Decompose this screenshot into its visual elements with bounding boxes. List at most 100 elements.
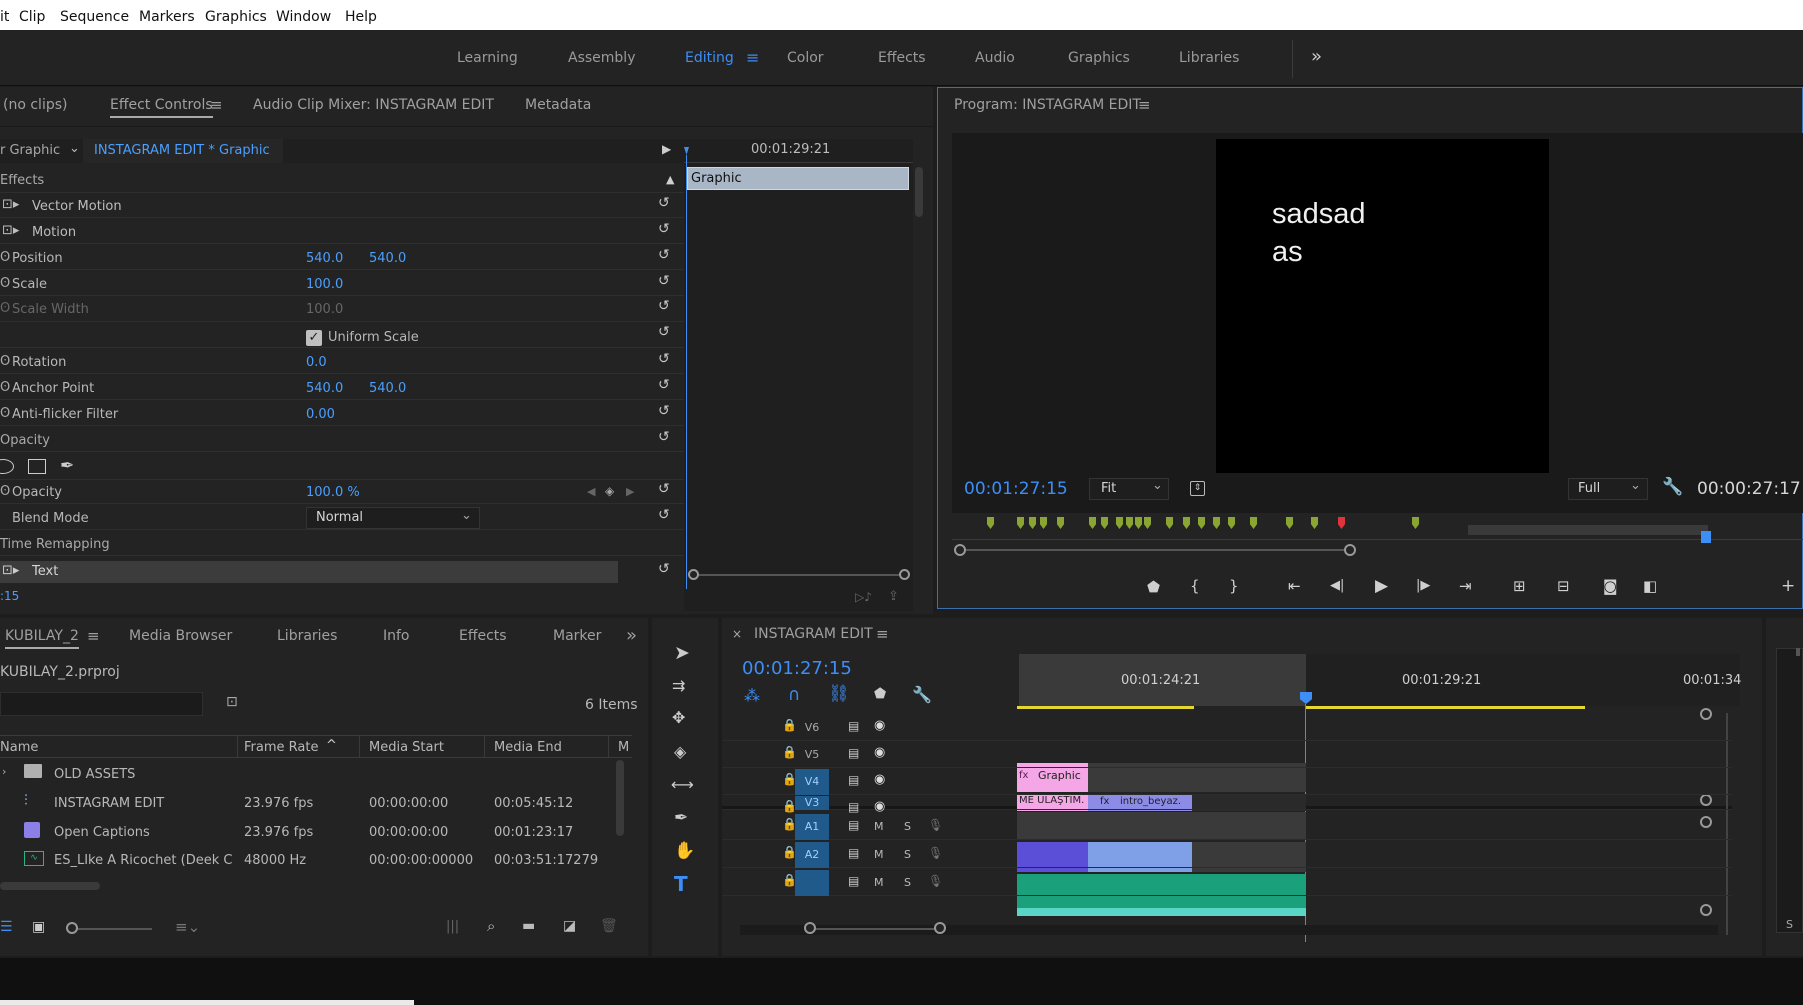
menu-window[interactable]: Window xyxy=(276,9,331,25)
timeline-marker[interactable] xyxy=(987,517,994,529)
track-label[interactable]: A2 xyxy=(795,842,829,868)
snap-icon[interactable]: ∩ xyxy=(788,685,800,705)
timeline-marker[interactable] xyxy=(1116,517,1123,529)
program-current-time[interactable]: 00:01:27:15 xyxy=(964,479,1068,499)
canvas-text-line-1[interactable]: sadsad xyxy=(1272,198,1366,231)
canvas-text-line-2[interactable]: as xyxy=(1272,236,1303,269)
workspace-libraries[interactable]: Libraries xyxy=(1179,50,1239,66)
timeline-marker[interactable] xyxy=(1166,517,1173,529)
timeline-marker[interactable] xyxy=(1213,517,1220,529)
mute-track-button[interactable]: M xyxy=(874,820,884,833)
workspace-editing[interactable]: Editing xyxy=(685,50,734,66)
timeline-menu-icon[interactable]: ≡ xyxy=(876,625,889,643)
project-scrollbar-v[interactable] xyxy=(616,760,624,836)
workspace-overflow-icon[interactable]: » xyxy=(1311,46,1322,67)
list-item[interactable]: Open Captions 23.976 fps 00:00:00:00 00:… xyxy=(0,817,620,845)
timeline-marker[interactable] xyxy=(1040,517,1047,529)
tab-audio-clip-mixer[interactable]: Audio Clip Mixer: INSTAGRAM EDIT xyxy=(253,97,494,113)
next-keyframe-icon[interactable]: ▶ xyxy=(626,485,634,498)
timeline-marker[interactable] xyxy=(1017,517,1024,529)
project-scrollbar-h[interactable] xyxy=(0,882,100,890)
new-bin-from-search-icon[interactable]: ⊡ xyxy=(226,694,238,710)
col-m[interactable]: M xyxy=(618,740,629,755)
anchor-y-value[interactable]: 540.0 xyxy=(369,381,406,396)
tab-info[interactable]: Info xyxy=(383,628,410,644)
timeline-marker[interactable] xyxy=(1101,517,1108,529)
col-name[interactable]: Name xyxy=(0,740,38,755)
program-zoom-track[interactable] xyxy=(960,549,1350,551)
text-reset-icon[interactable]: ↺ xyxy=(658,561,674,577)
program-title[interactable]: Program: INSTAGRAM EDIT xyxy=(954,97,1141,113)
project-search-input[interactable] xyxy=(0,692,203,716)
add-marker-timeline-icon[interactable]: ⬟ xyxy=(874,686,886,702)
workspace-effects[interactable]: Effects xyxy=(878,50,926,66)
scale-reset-icon[interactable]: ↺ xyxy=(658,273,674,289)
rotation-value[interactable]: 0.0 xyxy=(306,355,327,370)
effect-panel-timecode[interactable]: :15 xyxy=(0,589,19,603)
position-y-value[interactable]: 540.0 xyxy=(369,251,406,266)
button-editor-plus-icon[interactable]: + xyxy=(1781,576,1795,596)
scale-width-reset-icon[interactable]: ↺ xyxy=(658,298,674,314)
expand-icon[interactable]: › xyxy=(2,765,6,778)
tab-marker[interactable]: Marker xyxy=(553,628,601,644)
add-marker-icon[interactable]: ⬟ xyxy=(1147,578,1160,596)
menu-edit[interactable]: it xyxy=(0,9,9,25)
scale-value[interactable]: 100.0 xyxy=(306,277,343,292)
program-canvas[interactable] xyxy=(1216,139,1549,473)
timeline-marker[interactable] xyxy=(1198,517,1205,529)
h-scroll-handle-left[interactable] xyxy=(804,922,816,934)
antiflicker-value[interactable]: 0.00 xyxy=(306,407,335,422)
rotation-reset-icon[interactable]: ↺ xyxy=(658,351,674,367)
source-clip-label[interactable]: r Graphic xyxy=(0,143,60,158)
timeline-marker[interactable] xyxy=(1029,517,1036,529)
vector-motion-icon[interactable]: ⊡▸ xyxy=(2,197,19,212)
menu-help[interactable]: Help xyxy=(345,9,377,25)
sequence-clip-label[interactable]: INSTAGRAM EDIT * Graphic xyxy=(94,143,270,158)
motion-icon[interactable]: ⊡▸ xyxy=(2,223,19,238)
export-frame-camera-icon[interactable]: ◙ xyxy=(1603,577,1618,595)
motion-reset-icon[interactable]: ↺ xyxy=(658,221,674,237)
position-reset-icon[interactable]: ↺ xyxy=(658,247,674,263)
uniform-scale-checkbox[interactable]: ✓ xyxy=(306,330,322,346)
toggle-output-eye-icon[interactable]: ◉ xyxy=(874,799,885,814)
mute-track-button[interactable]: M xyxy=(874,848,884,861)
timeline-title[interactable]: INSTAGRAM EDIT xyxy=(754,626,873,642)
menu-graphics[interactable]: Graphics xyxy=(205,9,267,25)
timeline-horizontal-scroll[interactable] xyxy=(740,925,1718,935)
icon-view-icon[interactable]: ▣ xyxy=(32,919,45,935)
track-label[interactable]: V5 xyxy=(795,742,829,768)
program-zoom-handle-left[interactable] xyxy=(954,544,966,556)
timeline-marker[interactable] xyxy=(1412,517,1419,529)
solo-track-button[interactable]: S xyxy=(904,820,911,833)
workspace-audio[interactable]: Audio xyxy=(975,50,1015,66)
track-label[interactable] xyxy=(795,870,829,896)
pen-mask-icon[interactable]: ✒ xyxy=(60,456,74,476)
program-zoom-handle-right[interactable] xyxy=(1344,544,1356,556)
col-media-end[interactable]: Media End xyxy=(494,740,562,755)
play-icon[interactable]: ▶ xyxy=(1375,576,1388,596)
export-frame-icon[interactable]: ▷♪ xyxy=(855,590,872,604)
go-to-in-icon[interactable]: ⇤ xyxy=(1288,577,1301,595)
go-to-out-icon[interactable]: ⇥ xyxy=(1459,577,1472,595)
tab-effects[interactable]: Effects xyxy=(459,628,507,644)
track-select-tool-icon[interactable]: ⇉ xyxy=(672,676,685,695)
sync-lock-icon[interactable]: ▤ xyxy=(848,800,859,814)
list-item[interactable]: ⫶ INSTAGRAM EDIT 23.976 fps 00:00:00:00 … xyxy=(0,788,620,816)
tab-no-clips[interactable]: (no clips) xyxy=(3,97,67,113)
antiflicker-stopwatch-icon[interactable]: ʘ xyxy=(0,406,10,421)
selection-tool-icon[interactable]: ➤ xyxy=(674,642,690,664)
col-frame-rate[interactable]: Frame Rate xyxy=(244,740,318,755)
thumbnail-zoom-handle[interactable] xyxy=(66,922,78,934)
anchor-stopwatch-icon[interactable]: ʘ xyxy=(0,380,10,395)
anchor-x-value[interactable]: 540.0 xyxy=(306,381,343,396)
position-stopwatch-icon[interactable]: ʘ xyxy=(0,250,10,265)
menu-markers[interactable]: Markers xyxy=(139,9,195,25)
h-scroll-handle-right[interactable] xyxy=(934,922,946,934)
timeline-marker[interactable] xyxy=(1250,517,1257,529)
source-dropdown-icon[interactable]: ⌄ xyxy=(69,141,80,156)
new-bin-icon[interactable]: ▬ xyxy=(522,918,535,934)
timeline-marker[interactable] xyxy=(1144,517,1151,529)
menu-clip[interactable]: Clip xyxy=(19,9,45,25)
rectangle-mask-icon[interactable] xyxy=(28,459,46,474)
inout-range[interactable] xyxy=(1468,525,1708,535)
